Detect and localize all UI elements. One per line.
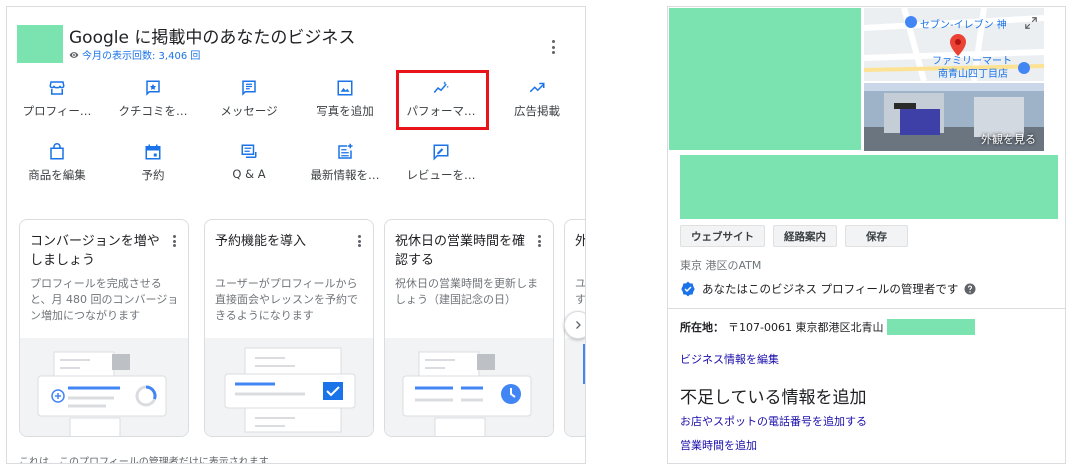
business-category: 東京 港区のATM xyxy=(680,259,762,272)
save-button[interactable]: 保存 xyxy=(845,225,908,247)
suggestion-card[interactable]: コンバージョンを増やしましょう プロフィールを完成させると、月 480 回のコン… xyxy=(19,219,189,437)
action-booking[interactable]: 予約 xyxy=(109,135,197,191)
calendar-icon xyxy=(144,143,162,161)
dashboard-header: Google に掲載中のあなたのビジネス 今月の表示回数: 3,406 回 xyxy=(17,19,577,67)
suggestion-card[interactable]: 祝休日の営業時間を確認する 祝休日の営業時間を更新しましょう（建国記念の日） xyxy=(384,219,554,437)
more-vert-icon[interactable] xyxy=(170,233,178,249)
action-edit-products[interactable]: 商品を編集 xyxy=(13,135,101,191)
action-performance[interactable]: パフォーマ… xyxy=(397,71,485,127)
add-phone-link[interactable]: お店やスポットの電話番号を追加する xyxy=(680,413,867,429)
action-label: 広告掲載 xyxy=(514,104,560,118)
holiday-hours-illustration xyxy=(385,338,553,436)
shopping-bag-icon xyxy=(48,143,66,161)
map-label-store1: セブン-イレブン 神 xyxy=(920,20,1007,31)
message-icon xyxy=(240,79,258,97)
action-profile[interactable]: プロフィー… xyxy=(13,71,101,127)
rate-review-icon xyxy=(432,143,450,161)
knowledge-panel: セブン-イレブン 神 ファミリーマート 南青山四丁目店 外観を見る ウェブサイト… xyxy=(667,6,1066,464)
exterior-photo-thumbnail[interactable]: 外観を見る xyxy=(864,83,1044,151)
owner-verification: あなたはこのビジネス プロフィールの管理者です xyxy=(680,281,976,297)
booking-illustration xyxy=(205,338,373,436)
map-thumbnail[interactable]: セブン-イレブン 神 ファミリーマート 南青山四丁目店 xyxy=(864,8,1044,81)
storefront-icon xyxy=(48,79,66,97)
missing-info-heading: 不足している情報を追加 xyxy=(680,388,867,408)
action-label: クチコミを… xyxy=(118,104,188,118)
view-exterior-label: 外観を見る xyxy=(981,133,1036,146)
address-label: 所在地： xyxy=(680,321,724,334)
action-label: プロフィー… xyxy=(22,104,92,118)
more-vert-icon[interactable] xyxy=(355,233,363,249)
suggestion-card[interactable]: 予約機能を導入 ユーザーがプロフィールから直接面会やレッスンを予約できるようにな… xyxy=(204,219,374,437)
directions-button[interactable]: 経路案内 xyxy=(773,225,837,247)
photo-icon xyxy=(336,79,354,97)
business-thumbnail-redacted xyxy=(17,25,63,63)
action-label: レビューを… xyxy=(406,168,476,182)
performance-icon xyxy=(432,79,450,97)
chevron-right-icon xyxy=(576,321,581,329)
map-label-store2b: 南青山四丁目店 xyxy=(938,69,1008,80)
monthly-views-text: 今月の表示回数: 3,406 回 xyxy=(82,51,201,62)
card-description: プロフィールを完成させると、月 480 回のコンバージョン増加につながります xyxy=(30,277,179,322)
monthly-views[interactable]: 今月の表示回数: 3,406 回 xyxy=(69,47,200,62)
action-add-photo[interactable]: 写真を追加 xyxy=(301,71,389,127)
action-label: Q & A xyxy=(232,167,266,181)
card-description: 祝休日の営業時間を更新しましょう（建国記念の日） xyxy=(395,277,538,306)
action-ads[interactable]: 広告掲載 xyxy=(493,71,581,127)
business-name-redacted xyxy=(680,155,1058,219)
address-redacted xyxy=(887,319,976,335)
conversion-illustration xyxy=(20,338,188,436)
address-row: 所在地： 〒107-0061 東京都港区北青山 xyxy=(680,319,976,335)
card-title: 予約機能を導入 xyxy=(215,234,307,249)
add-hours-link[interactable]: 営業時間を追加 xyxy=(680,437,757,453)
more-vert-icon[interactable] xyxy=(548,37,558,57)
card-illustration xyxy=(565,338,585,436)
edit-business-info-link[interactable]: ビジネス情報を編集 xyxy=(680,351,779,367)
action-qa[interactable]: Q & A xyxy=(205,135,293,191)
help-icon[interactable] xyxy=(964,283,976,295)
address-value[interactable]: 〒107-0061 東京都港区北青山 xyxy=(728,319,883,335)
action-messages[interactable]: メッセージ xyxy=(205,71,293,127)
more-vert-icon[interactable] xyxy=(535,233,543,249)
business-dashboard-panel: Google に掲載中のあなたのビジネス 今月の表示回数: 3,406 回 プロ… xyxy=(6,6,586,464)
action-label: 商品を編集 xyxy=(28,168,86,182)
action-ask-review[interactable]: レビューを… xyxy=(397,135,485,191)
card-description: ユす xyxy=(575,277,586,306)
business-photo-redacted[interactable] xyxy=(669,8,861,150)
eye-icon xyxy=(69,51,79,58)
suggestion-carousel: コンバージョンを増やしましょう プロフィールを完成させると、月 480 回のコン… xyxy=(19,219,586,449)
action-add-update[interactable]: 最新情報を… xyxy=(301,135,389,191)
action-label: 予約 xyxy=(141,168,165,182)
map-pin-icon xyxy=(950,34,966,56)
expand-icon[interactable] xyxy=(1024,16,1038,30)
action-label: 最新情報を… xyxy=(310,168,380,182)
website-button[interactable]: ウェブサイト xyxy=(680,225,765,247)
divider xyxy=(668,308,1065,309)
action-label: 写真を追加 xyxy=(316,104,374,118)
action-label: メッセージ xyxy=(220,104,278,118)
knowledge-panel-buttons: ウェブサイト 経路案内 保存 xyxy=(680,225,908,247)
verified-text: あなたはこのビジネス プロフィールの管理者です xyxy=(702,282,959,296)
post-add-icon xyxy=(336,143,354,161)
admin-only-note: これは、このプロフィールの管理者だけに表示されます xyxy=(19,457,269,464)
action-reviews[interactable]: クチコミを… xyxy=(109,71,197,127)
card-title: 祝休日の営業時間を確認する xyxy=(395,234,526,268)
action-label: パフォーマ… xyxy=(406,104,476,118)
card-title: 外 xyxy=(575,232,585,251)
review-star-icon xyxy=(144,79,162,97)
qa-icon xyxy=(240,143,258,161)
verified-badge-icon xyxy=(681,281,695,297)
page-title: Google に掲載中のあなたのビジネス xyxy=(69,28,356,48)
card-title: コンバージョンを増やしましょう xyxy=(30,234,160,268)
trending-up-icon xyxy=(528,79,546,97)
card-description: ユーザーがプロフィールから直接面会やレッスンを予約できるようになります xyxy=(215,277,358,322)
carousel-next-button[interactable] xyxy=(564,311,585,339)
